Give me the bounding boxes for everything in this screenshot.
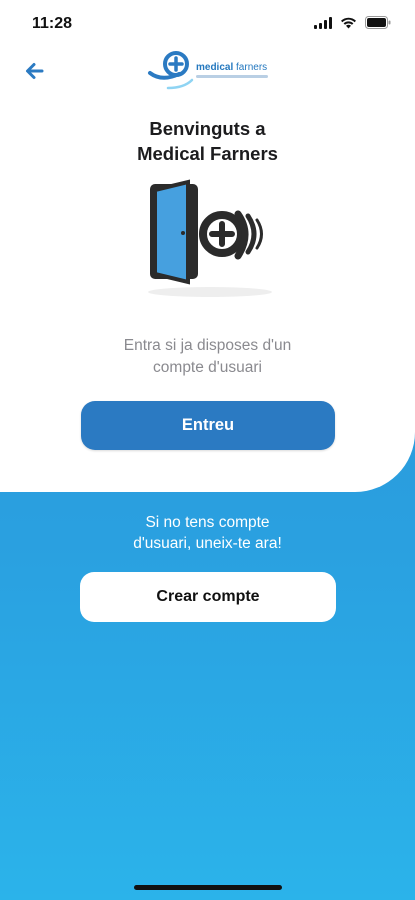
- login-prompt: Entra si ja disposes d'un compte d'usuar…: [123, 337, 292, 376]
- login-button[interactable]: Entreu: [81, 401, 335, 450]
- logo-tagline: [196, 75, 268, 78]
- signal-icon: [314, 16, 332, 34]
- back-arrow-icon: [26, 63, 44, 79]
- door-entry-icon: [140, 178, 280, 300]
- status-bar: 11:28: [0, 0, 415, 44]
- logo-wordmark: medical farners: [196, 62, 268, 73]
- signup-prompt: Si no tens compte d'usuari, uneix-te ara…: [133, 514, 282, 552]
- home-indicator: [134, 885, 282, 890]
- welcome-line-1: Benvinguts a: [149, 118, 266, 139]
- status-time: 11:28: [32, 15, 73, 32]
- back-button[interactable]: [22, 58, 48, 84]
- create-account-button[interactable]: Crear compte: [80, 572, 336, 622]
- battery-icon: [365, 16, 391, 34]
- welcome-line-2: Medical Farners: [137, 143, 278, 164]
- welcome-title: Benvinguts a Medical Farners: [0, 116, 415, 166]
- logo-mark-icon: [148, 51, 194, 90]
- status-icons: [314, 16, 391, 34]
- wifi-icon: [340, 16, 357, 34]
- medical-farners-logo: medical farners: [146, 44, 276, 94]
